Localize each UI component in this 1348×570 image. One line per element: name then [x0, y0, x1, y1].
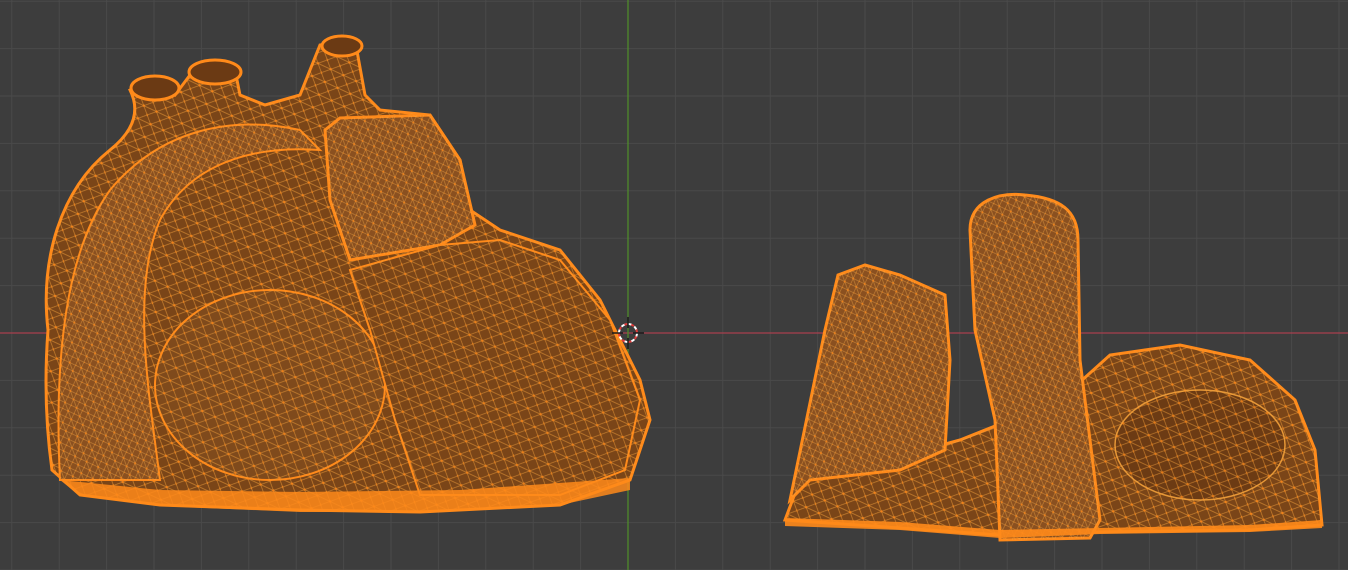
heart-mesh-right[interactable] [782, 192, 1324, 542]
heart-left-vessel-3 [320, 34, 364, 58]
heart-left-vessel-1 [129, 74, 181, 102]
heart-left-vessel-2 [187, 58, 243, 86]
heart-mesh-left[interactable] [44, 34, 652, 514]
3d-viewport[interactable] [0, 0, 1348, 570]
viewport-canvas[interactable] [0, 0, 1348, 570]
